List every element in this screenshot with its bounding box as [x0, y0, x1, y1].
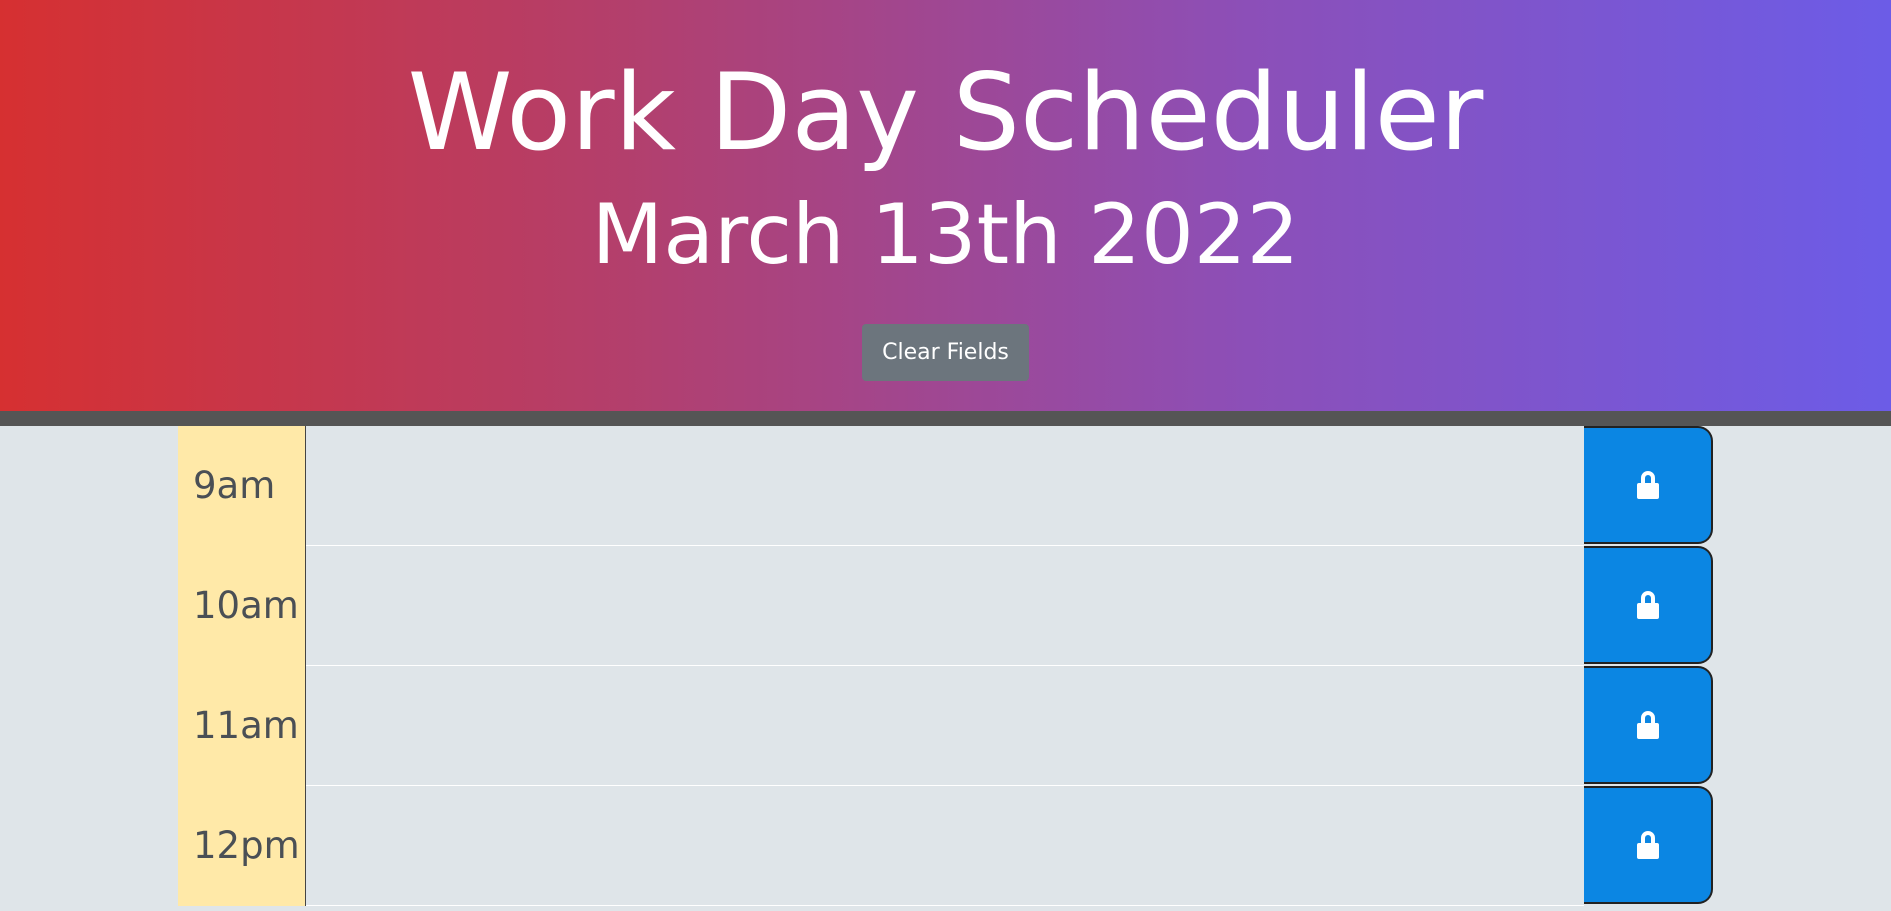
time-block-row-11am: 11am — [178, 666, 1713, 786]
current-date: March 13th 2022 — [591, 186, 1300, 283]
hour-label: 11am — [178, 666, 306, 786]
task-input[interactable] — [306, 546, 1584, 666]
page-title: Work Day Scheduler — [407, 51, 1484, 174]
time-block-row-10am: 10am — [178, 546, 1713, 666]
header: Work Day Scheduler March 13th 2022 Clear… — [0, 0, 1891, 411]
task-input[interactable] — [306, 786, 1584, 906]
lock-icon — [1636, 471, 1659, 499]
clear-fields-button[interactable]: Clear Fields — [862, 324, 1029, 381]
save-button[interactable] — [1584, 426, 1713, 544]
save-button[interactable] — [1584, 786, 1713, 904]
hour-label: 9am — [178, 426, 306, 546]
time-block-row-9am: 9am — [178, 426, 1713, 546]
hour-label: 12pm — [178, 786, 306, 906]
time-block-row-12pm: 12pm — [178, 786, 1713, 906]
hour-label: 10am — [178, 546, 306, 666]
save-button[interactable] — [1584, 546, 1713, 664]
header-divider — [0, 411, 1891, 426]
lock-icon — [1636, 711, 1659, 739]
lock-icon — [1636, 831, 1659, 859]
task-input[interactable] — [306, 426, 1584, 546]
lock-icon — [1636, 591, 1659, 619]
task-input[interactable] — [306, 666, 1584, 786]
save-button[interactable] — [1584, 666, 1713, 784]
